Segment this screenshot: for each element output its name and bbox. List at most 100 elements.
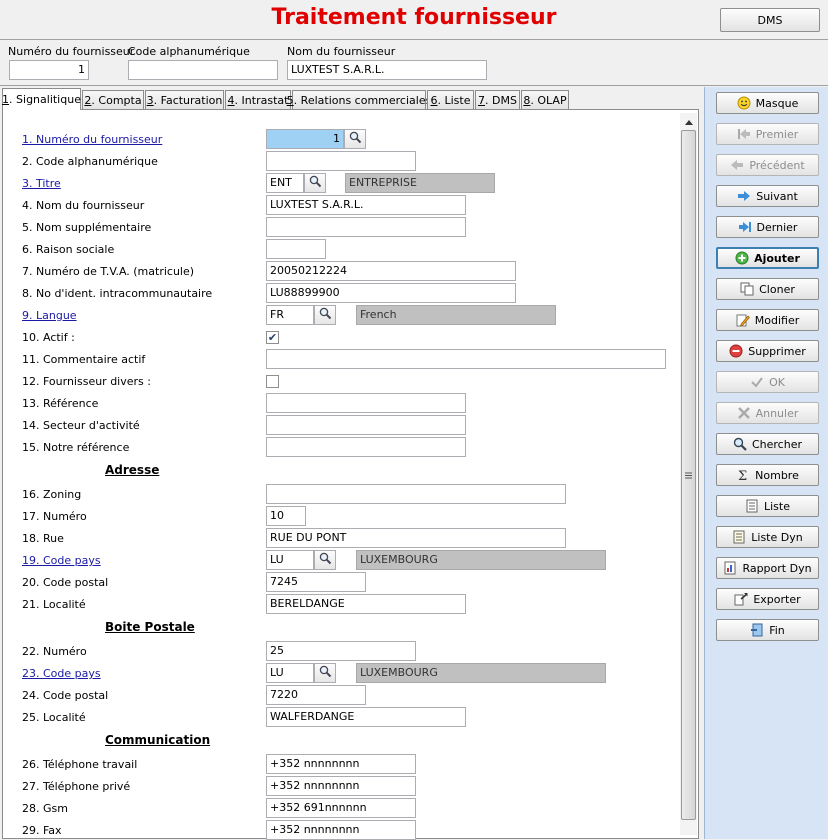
annuler-button[interactable]: Annuler — [716, 402, 819, 424]
premier-button-label: Premier — [755, 127, 799, 141]
po-number-field[interactable]: 25 — [266, 641, 416, 661]
additional-name-field[interactable] — [266, 217, 466, 237]
label-title[interactable]: 3. Titre — [22, 177, 61, 190]
label-active-comment: 11. Commentaire actif — [22, 353, 146, 366]
label-company-type: 6. Raison sociale — [22, 243, 115, 256]
label-additional-name: 5. Nom supplémentaire — [22, 221, 152, 234]
tab-olap[interactable]: 8. OLAP — [521, 90, 569, 109]
tab-relations-commerciales[interactable]: 5. Relations commerciales — [287, 90, 431, 109]
section-communication: Communication — [105, 733, 211, 747]
header-alpha-code-field[interactable] — [128, 60, 278, 80]
add-icon — [735, 251, 749, 265]
ok-button-label: OK — [769, 375, 785, 389]
country-lookup-button[interactable] — [314, 550, 336, 570]
address-number-field[interactable]: 10 — [266, 506, 306, 526]
tab-intrastat[interactable]: 4. Intrastat — [225, 90, 291, 109]
masque-button-label: Masque — [755, 96, 799, 110]
fax-field[interactable]: +352 nnnnnnnn — [266, 820, 416, 840]
liste-dyn-button-label: Liste Dyn — [751, 530, 803, 544]
language-code-field[interactable]: FR — [266, 305, 314, 325]
label-our-reference: 15. Notre référence — [22, 441, 130, 454]
header-divider — [0, 85, 828, 86]
locality-field[interactable]: BERELDANGE — [266, 594, 466, 614]
masque-button[interactable]: Masque — [716, 92, 819, 114]
language-lookup-button[interactable] — [314, 305, 336, 325]
dernier-button[interactable]: Dernier — [716, 216, 819, 238]
title-code-field[interactable]: ENT — [266, 173, 304, 193]
checkmark-icon: ✔ — [267, 331, 278, 344]
chercher-button-label: Chercher — [751, 437, 802, 451]
company-type-field[interactable] — [266, 239, 326, 259]
supplier-name-field[interactable]: LUXTEST S.A.R.L. — [266, 195, 466, 215]
active-comment-field[interactable] — [266, 349, 666, 369]
zoning-field[interactable] — [266, 484, 566, 504]
dms-button[interactable]: DMS — [720, 8, 820, 32]
chercher-button[interactable]: Chercher — [716, 433, 819, 455]
label-supplier-number[interactable]: 1. Numéro du fournisseur — [22, 133, 162, 146]
active-checkbox[interactable]: ✔ — [266, 331, 279, 344]
dernier-button-label: Dernier — [756, 220, 798, 234]
title-lookup-button[interactable] — [304, 173, 326, 193]
label-language[interactable]: 9. Langue — [22, 309, 77, 322]
label-misc-supplier: 12. Fournisseur divers : — [22, 375, 151, 388]
export-icon — [734, 592, 748, 606]
nombre-button[interactable]: Σ Nombre — [716, 464, 819, 486]
liste-dyn-button[interactable]: Liste Dyn — [716, 526, 819, 548]
rapport-dyn-button[interactable]: Rapport Dyn — [716, 557, 819, 579]
gsm-field[interactable]: +352 691nnnnnn — [266, 798, 416, 818]
exporter-button-label: Exporter — [753, 592, 801, 606]
header-supplier-name-field[interactable]: LUXTEST S.A.R.L. — [287, 60, 487, 80]
supplier-number-lookup-button[interactable] — [344, 129, 366, 149]
po-locality-field[interactable]: WALFERDANGE — [266, 707, 466, 727]
work-phone-field[interactable]: +352 nnnnnnnn — [266, 754, 416, 774]
exporter-button[interactable]: Exporter — [716, 588, 819, 610]
cancel-icon — [737, 406, 751, 420]
vat-number-field[interactable]: 20050212224 — [266, 261, 516, 281]
section-address: Adresse — [105, 463, 160, 477]
intracom-id-field[interactable]: LU88899900 — [266, 283, 516, 303]
list-icon — [745, 499, 759, 513]
label-intracom-id: 8. No d'ident. intracommunautaire — [22, 287, 213, 300]
street-field[interactable]: RUE DU PONT — [266, 528, 566, 548]
header-supplier-no-field[interactable]: 1 — [9, 60, 89, 80]
cloner-button[interactable]: Cloner — [716, 278, 819, 300]
tab-dms[interactable]: 7. DMS — [475, 90, 520, 109]
po-country-lookup-button[interactable] — [314, 663, 336, 683]
svg-text:Σ: Σ — [738, 469, 747, 482]
suivant-button[interactable]: Suivant — [716, 185, 819, 207]
ok-button[interactable]: OK — [716, 371, 819, 393]
smiley-icon — [737, 96, 751, 110]
supplier-number-field[interactable]: 1 — [266, 129, 344, 149]
reference-field[interactable] — [266, 393, 466, 413]
business-sector-field[interactable] — [266, 415, 466, 435]
misc-supplier-checkbox[interactable] — [266, 375, 279, 388]
po-postal-code-field[interactable]: 7220 — [266, 685, 366, 705]
label-country-code[interactable]: 19. Code pays — [22, 554, 101, 567]
scroll-up-arrow-icon[interactable] — [683, 116, 695, 128]
tab-facturation[interactable]: 3. Facturation — [145, 90, 224, 109]
alpha-code-field[interactable] — [266, 151, 416, 171]
postal-code-field[interactable]: 7245 — [266, 572, 366, 592]
tab-compta[interactable]: 2. Compta — [82, 90, 144, 109]
tab-signalitique[interactable]: 1. Signalitique — [2, 88, 81, 110]
tab-liste[interactable]: 6. Liste — [427, 90, 474, 109]
fin-button[interactable]: Fin — [716, 619, 819, 641]
label-work-phone: 26. Téléphone travail — [22, 758, 138, 771]
premier-button[interactable]: Premier — [716, 123, 819, 145]
modifier-button[interactable]: Modifier — [716, 309, 819, 331]
label-business-sector: 14. Secteur d'activité — [22, 419, 140, 432]
liste-button[interactable]: Liste — [716, 495, 819, 517]
our-reference-field[interactable] — [266, 437, 466, 457]
label-gsm: 28. Gsm — [22, 802, 68, 815]
rapport-dyn-button-label: Rapport Dyn — [742, 561, 812, 575]
ajouter-button[interactable]: Ajouter — [716, 247, 819, 269]
precedent-button[interactable]: Précédent — [716, 154, 819, 176]
country-code-field[interactable]: LU — [266, 550, 314, 570]
supprimer-button[interactable]: Supprimer — [716, 340, 819, 362]
next-icon — [737, 189, 751, 203]
label-alpha-code: 2. Code alphanumérique — [22, 155, 158, 168]
private-phone-field[interactable]: +352 nnnnnnnn — [266, 776, 416, 796]
po-country-code-field[interactable]: LU — [266, 663, 314, 683]
suivant-button-label: Suivant — [756, 189, 798, 203]
label-po-country-code[interactable]: 23. Code pays — [22, 667, 101, 680]
